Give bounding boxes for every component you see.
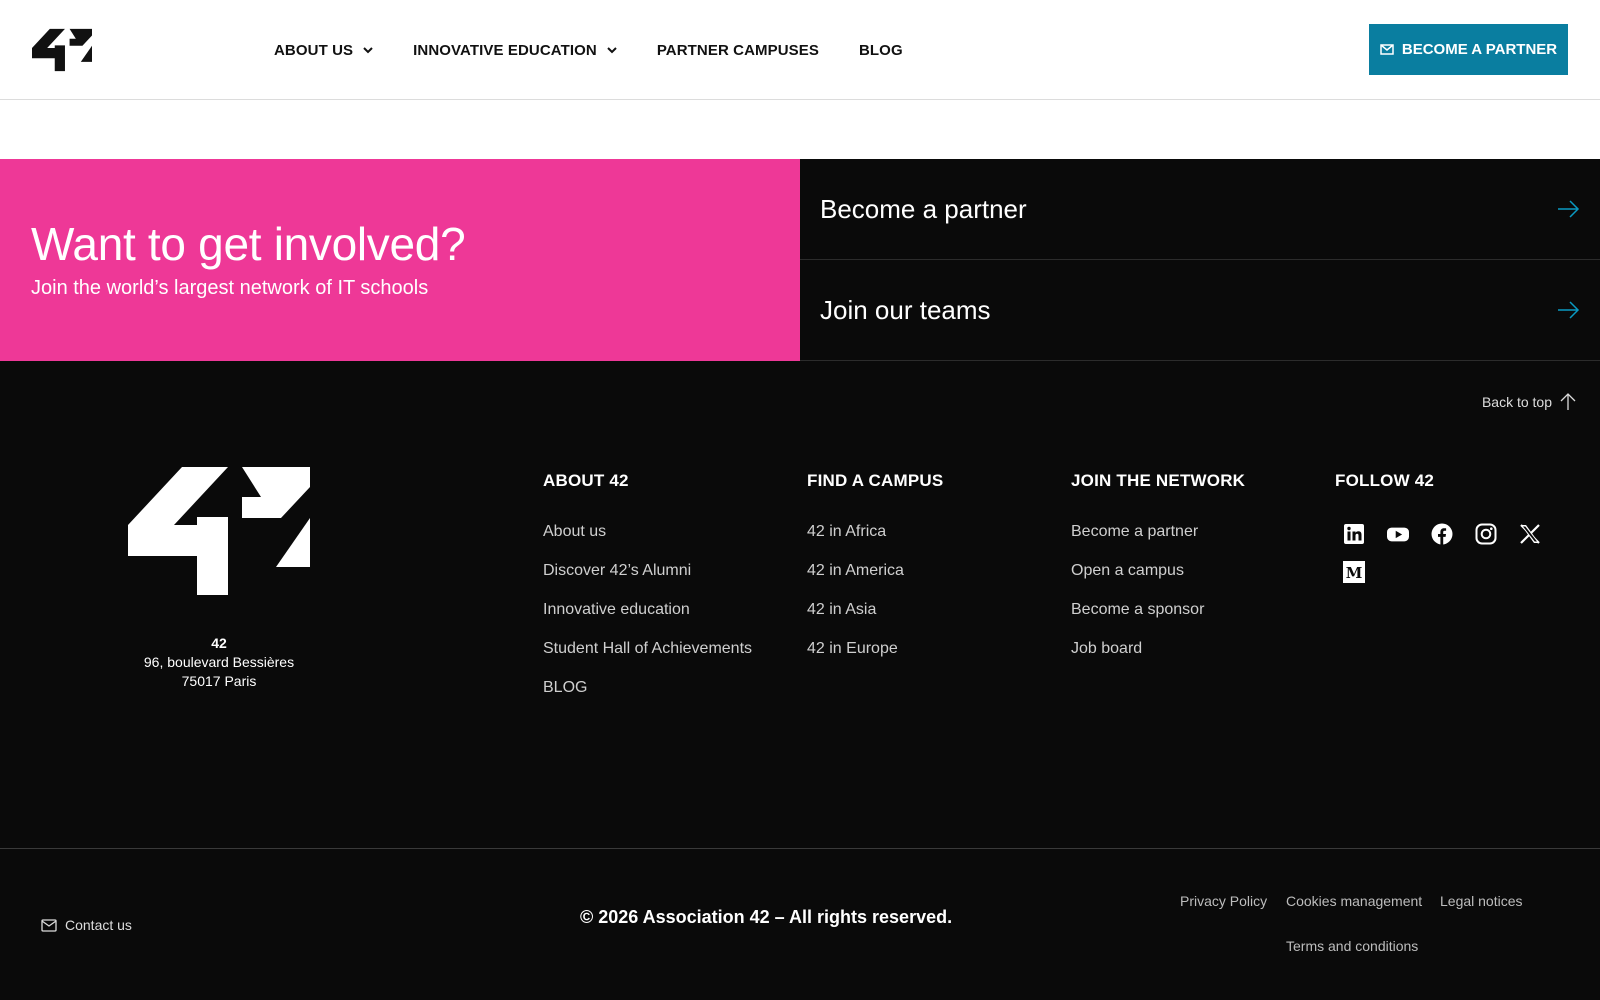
chevron-down-icon [363,47,373,54]
footer-link[interactable]: About us [543,523,752,541]
contact-label: Contact us [65,917,132,933]
org-name: 42 [211,635,227,651]
col-title: JOIN THE NETWORK [1071,471,1246,490]
terms-conditions-link[interactable]: Terms and conditions [1286,938,1418,954]
nav-about-us[interactable]: ABOUT US [274,42,373,59]
linkedin-icon[interactable] [1343,523,1365,545]
nav-label: BLOG [858,41,903,59]
site-header: ABOUT US INNOVATIVE EDUCATION PARTNER CA… [0,0,1600,100]
footer-link[interactable]: Job board [1071,640,1245,658]
get-involved-links: Become a partner Join our teams [800,159,1600,361]
footer-link[interactable]: Become a sponsor [1071,601,1245,619]
mail-icon [1380,44,1394,55]
youtube-icon[interactable] [1387,523,1409,545]
legal-notices-link[interactable]: Legal notices [1440,893,1523,909]
footer-col-about: ABOUT 42 About us Discover 42’s Alumni I… [543,471,752,718]
address-city: 75017 Paris [181,673,257,689]
link-label: Become a partner [820,193,1027,224]
x-icon[interactable] [1519,523,1541,545]
footer-link[interactable]: 42 in Africa [807,523,943,541]
footer-col-campus: FIND A CAMPUS 42 in Africa 42 in America… [807,471,943,679]
arrow-right-icon [1558,301,1580,319]
col-title: FIND A CAMPUS [807,471,944,490]
social-links: M [1343,523,1573,599]
facebook-icon[interactable] [1431,523,1453,545]
contact-us-link[interactable]: Contact us [41,917,132,933]
footer-link[interactable]: 42 in America [807,562,943,580]
footer-link[interactable]: BLOG [543,679,752,697]
mail-icon [41,918,57,932]
copyright-text: © 2026 Association 42 – All rights reser… [580,907,953,927]
footer-link[interactable]: Open a campus [1071,562,1245,580]
medium-icon[interactable]: M [1343,561,1365,583]
instagram-icon[interactable] [1475,523,1497,545]
become-partner-button[interactable]: BECOME A PARTNER [1369,24,1568,75]
nav-blog[interactable]: BLOG [859,42,903,59]
footer-link[interactable]: Discover 42’s Alumni [543,562,752,580]
privacy-policy-link[interactable]: Privacy Policy [1180,893,1267,909]
main-nav: ABOUT US INNOVATIVE EDUCATION PARTNER CA… [274,0,943,100]
nav-label: PARTNER CAMPUSES [656,41,819,59]
footer-col-follow: FOLLOW 42 M [1335,471,1573,599]
footer-link[interactable]: Become a partner [1071,523,1245,541]
button-label: BECOME A PARTNER [1401,41,1558,58]
footer-col-network: JOIN THE NETWORK Become a partner Open a… [1071,471,1245,679]
cookies-management-link[interactable]: Cookies management [1286,893,1422,909]
42-logo-large [128,467,310,595]
back-to-top-link[interactable]: Back to top [1482,393,1576,411]
site-footer: Back to top 42 96, boulevard Bessières 7… [0,361,1600,849]
link-label: Join our teams [820,294,991,325]
footer-link[interactable]: Innovative education [543,601,752,619]
col-title: ABOUT 42 [543,471,629,490]
footer-link[interactable]: 42 in Asia [807,601,943,619]
arrow-up-icon [1560,393,1576,410]
become-partner-link[interactable]: Become a partner [800,159,1600,260]
nav-label: INNOVATIVE EDUCATION [413,41,597,59]
footer-link[interactable]: Student Hall of Achievements [543,640,752,658]
chevron-down-icon [607,47,617,54]
footer-link[interactable]: 42 in Europe [807,640,943,658]
get-involved-title: Want to get involved? [31,218,466,270]
col-title: FOLLOW 42 [1335,471,1435,490]
address-line: 96, boulevard Bessières [143,654,295,670]
nav-partner-campuses[interactable]: PARTNER CAMPUSES [657,42,819,59]
address-block: 42 96, boulevard Bessières 75017 Paris [119,634,319,691]
42-logo[interactable] [32,28,92,72]
spacer [0,100,1600,159]
back-to-top-label: Back to top [1481,394,1552,410]
arrow-right-icon [1558,200,1580,218]
footer-bottom-bar: Contact us © 2026 Association 42 – All r… [0,849,1600,1000]
nav-innovative-education[interactable]: INNOVATIVE EDUCATION [413,42,617,59]
svg-text:M: M [1346,564,1363,582]
join-teams-link[interactable]: Join our teams [800,260,1600,361]
get-involved-banner: Want to get involved? Join the world’s l… [0,159,800,361]
nav-label: ABOUT US [274,41,354,59]
get-involved-subtitle: Join the world’s largest network of IT s… [31,277,429,299]
